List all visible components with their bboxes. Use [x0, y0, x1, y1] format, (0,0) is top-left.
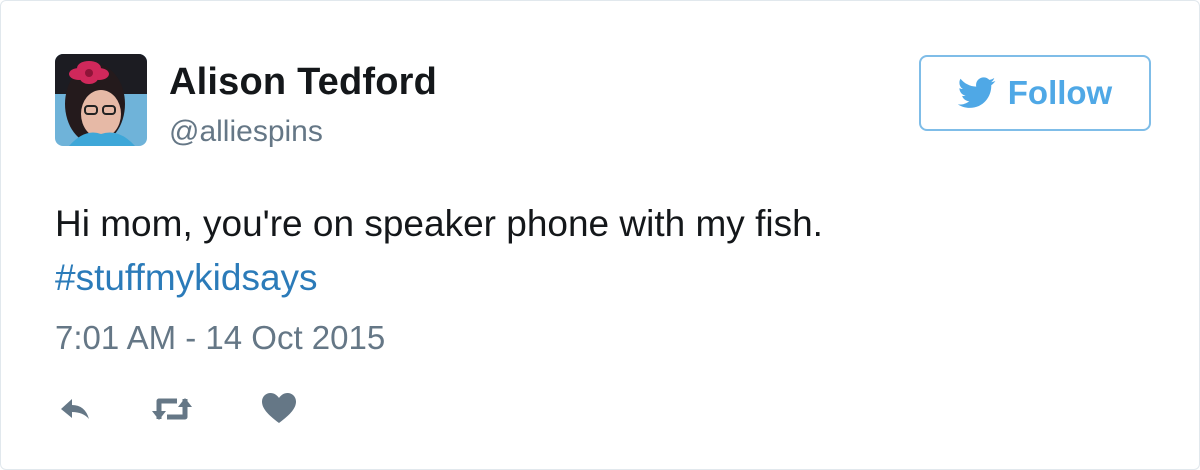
follow-button-label: Follow [1007, 74, 1113, 111]
display-name[interactable]: Alison Tedford [169, 61, 437, 104]
tweet-text: Hi mom, you're on speaker phone with my … [55, 203, 823, 244]
retweet-icon [152, 398, 192, 420]
user-handle[interactable]: @alliespins [169, 115, 323, 149]
avatar[interactable] [55, 54, 147, 146]
follow-button[interactable]: Follow [919, 55, 1151, 131]
tweet-card: Alison Tedford @alliespins Follow Hi mom… [0, 0, 1200, 470]
like-button[interactable] [259, 389, 299, 429]
hashtag-link[interactable]: #stuffmykidsays [55, 251, 318, 305]
avatar-image [55, 54, 147, 146]
reply-icon [61, 399, 89, 419]
retweet-button[interactable] [149, 389, 195, 429]
like-icon [262, 393, 296, 423]
twitter-bird-icon [957, 77, 996, 108]
tweet-timestamp[interactable]: 7:01 AM - 14 Oct 2015 [55, 315, 385, 361]
reply-button[interactable] [55, 389, 95, 429]
